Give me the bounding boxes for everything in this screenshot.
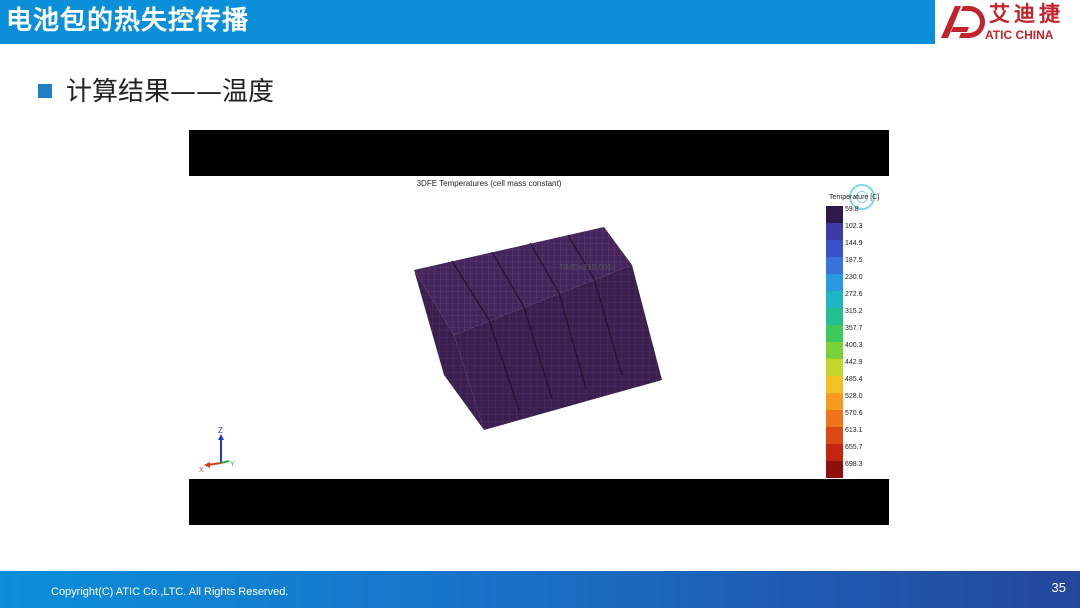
y-axis-line (220, 460, 230, 464)
legend-swatch (826, 342, 843, 359)
legend-value: 144.9 (845, 240, 863, 247)
legend-value: 655.7 (845, 444, 863, 451)
legend-value: 187.5 (845, 257, 863, 264)
x-axis-arrow-icon (204, 462, 210, 468)
legend-swatch (826, 461, 843, 478)
atic-logo: 艾迪捷 ATIC CHINA (935, 0, 1080, 44)
legend-value: 59.8 (845, 206, 859, 213)
legend-value: 485.4 (845, 376, 863, 383)
simulation-title: 3DFE Temperatures (cell mass constant) (416, 179, 562, 188)
simulation-figure: 3DFE Temperatures (cell mass constant) T… (189, 130, 889, 525)
legend-swatch (826, 257, 843, 274)
legend-value: 272.6 (845, 291, 863, 298)
x-axis-label: X (199, 467, 204, 473)
legend-swatch (826, 206, 843, 223)
page-number: 35 (1051, 580, 1066, 595)
legend-value: 698.3 (845, 461, 863, 468)
legend-swatch (826, 325, 843, 342)
legend-swatch (826, 359, 843, 376)
legend-swatch (826, 308, 843, 325)
slide-title: 电池包的热失控传播 (6, 6, 250, 36)
legend-value: 315.2 (845, 308, 863, 315)
header-bar: 电池包的热失控传播 艾迪捷 ATIC CHINA (0, 0, 1080, 44)
copyright-text: Copyright(C) ATIC Co.,LTC. All Rights Re… (51, 586, 289, 598)
letterbox-top (189, 130, 889, 176)
legend-swatch (826, 444, 843, 461)
legend-value: 570.6 (845, 410, 863, 417)
letterbox-bottom (189, 479, 889, 525)
y-axis-label: Y (230, 461, 235, 468)
legend-swatch (826, 427, 843, 444)
legend-swatch (826, 376, 843, 393)
footer-bar: Copyright(C) ATIC Co.,LTC. All Rights Re… (0, 571, 1080, 608)
legend-swatch (826, 410, 843, 427)
legend-swatch (826, 223, 843, 240)
legend-value: 102.3 (845, 223, 863, 230)
legend-swatch (826, 240, 843, 257)
z-axis-label: Z (218, 426, 223, 435)
bullet-square-icon (38, 84, 52, 98)
legend-title: Temperature [C] (829, 194, 880, 201)
legend-swatch (826, 274, 843, 291)
legend-swatch (826, 393, 843, 410)
legend-value: 357.7 (845, 325, 863, 332)
axis-triad-icon: Z Y X (199, 426, 235, 473)
logo-chinese-text: 艾迪捷 (989, 2, 1064, 26)
section-subtitle: 计算结果——温度 (66, 77, 275, 107)
legend-value: 442.9 (845, 359, 863, 366)
legend-swatch (826, 291, 843, 308)
atic-logo-mark-icon (941, 6, 985, 38)
logo-english-text: ATIC CHINA (985, 28, 1054, 42)
legend-value: 400.3 (845, 342, 863, 349)
legend-value: 230.0 (845, 274, 863, 281)
battery-pack-model (414, 227, 662, 430)
legend-value: 528.0 (845, 393, 863, 400)
time-overlay-text: TIME=310.001s (559, 263, 616, 272)
legend-value: 613.1 (845, 427, 863, 434)
